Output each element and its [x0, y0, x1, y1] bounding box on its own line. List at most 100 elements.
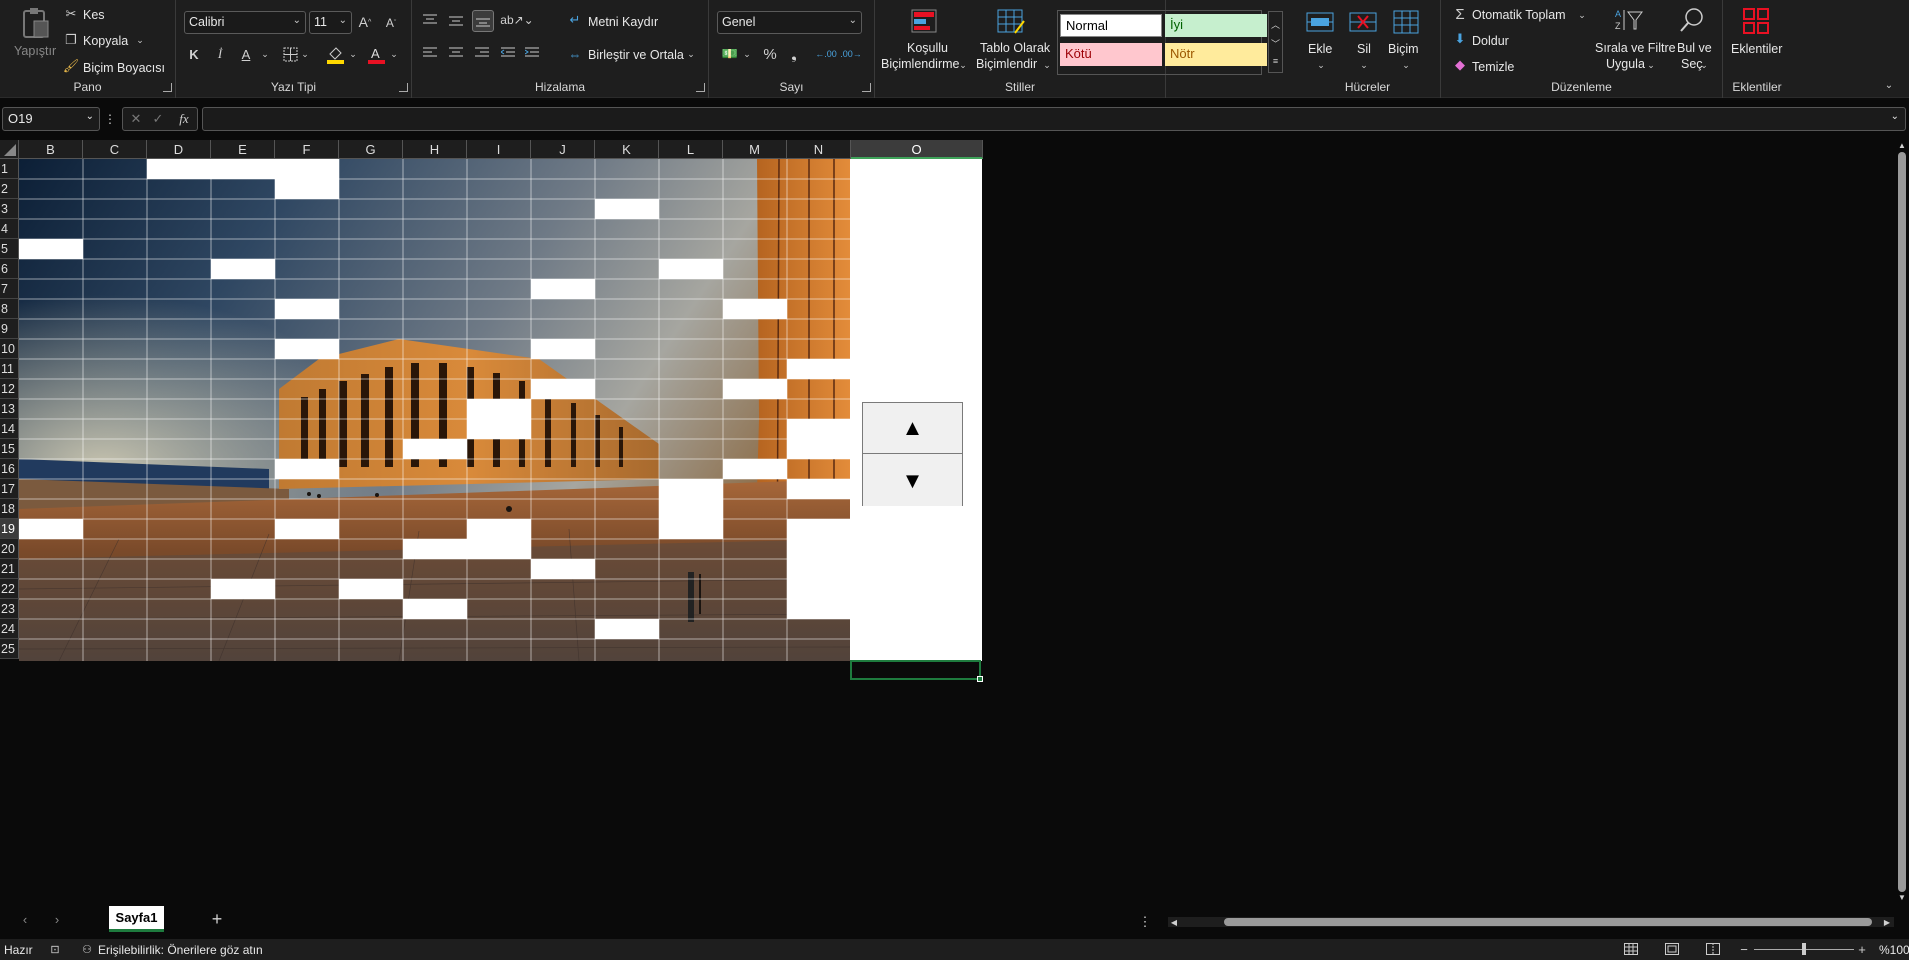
align-bottom-icon[interactable] [472, 10, 494, 32]
cancel-icon[interactable]: ✕ [128, 111, 144, 127]
more-icon[interactable]: ≡ [1273, 56, 1278, 66]
column-header-n[interactable]: N [787, 140, 851, 159]
column-header-h[interactable]: H [403, 140, 467, 159]
row-header-21[interactable]: 21 [0, 559, 19, 579]
horizontal-scrollbar[interactable]: ◀ ▶ [1168, 917, 1894, 927]
zoom-slider-thumb[interactable] [1802, 943, 1806, 955]
row-header-4[interactable]: 4 [0, 219, 19, 239]
row-header-7[interactable]: 7 [0, 279, 19, 299]
comma-style-icon[interactable]: ❟ [787, 45, 801, 63]
page-layout-icon[interactable] [1664, 942, 1680, 956]
active-cell-o19[interactable] [850, 660, 983, 682]
number-format-select[interactable]: Genel ⌄ [717, 11, 862, 34]
column-header-d[interactable]: D [147, 140, 211, 159]
zoom-slider[interactable] [1754, 943, 1854, 955]
conditional-formatting-line2[interactable]: Biçimlendirme [881, 57, 960, 71]
chevron-down-icon[interactable]: ⌄ [389, 47, 399, 61]
blank-cell[interactable] [595, 619, 659, 639]
blank-cell[interactable] [787, 359, 851, 379]
more-vertical-icon[interactable]: ⋮ [104, 109, 116, 129]
row-header-17[interactable]: 17 [0, 479, 19, 499]
fill-color-icon[interactable] [326, 44, 344, 64]
underline-button[interactable]: A [238, 45, 254, 63]
blank-cell[interactable] [531, 339, 595, 359]
addins-button[interactable]: Eklentiler [1731, 42, 1782, 56]
cut-button[interactable]: Kes [83, 8, 105, 22]
blank-cell[interactable] [467, 399, 531, 419]
blank-cell[interactable] [787, 579, 851, 599]
merge-center-button[interactable]: Birleştir ve Ortala [588, 48, 684, 62]
blank-cell[interactable] [659, 259, 723, 279]
chevron-down-icon[interactable]: ⌄ [1891, 111, 1899, 122]
style-bad[interactable]: Kötü [1060, 43, 1162, 66]
chevron-down-icon[interactable]: ⌄ [1577, 8, 1587, 22]
paste-icon[interactable] [18, 6, 52, 40]
orientation-icon[interactable]: ab↗⌄ [500, 12, 533, 28]
italic-button[interactable]: İ [212, 45, 228, 63]
row-header-9[interactable]: 9 [0, 319, 19, 339]
blank-cell[interactable] [787, 479, 851, 499]
blank-cell[interactable] [787, 599, 851, 619]
blank-cell[interactable] [531, 279, 595, 299]
style-normal[interactable]: Normal [1060, 14, 1162, 37]
blank-cell[interactable] [659, 499, 723, 519]
clear-button[interactable]: Temizle [1472, 60, 1514, 74]
page-break-icon[interactable] [1705, 942, 1721, 956]
autosum-button[interactable]: Otomatik Toplam [1472, 8, 1566, 22]
align-top-icon[interactable] [422, 12, 438, 28]
bold-button[interactable]: K [186, 45, 202, 63]
column-header-l[interactable]: L [659, 140, 723, 159]
chevron-down-icon[interactable]: ﹀ [1271, 37, 1280, 50]
blank-cell[interactable] [211, 159, 275, 179]
percent-button[interactable]: % [761, 45, 779, 63]
blank-cell[interactable] [147, 159, 211, 179]
vertical-scrollbar[interactable]: ▲ ▼ [1895, 140, 1909, 905]
chevron-down-icon[interactable]: ⌄ [1646, 58, 1656, 72]
name-box[interactable]: O19 ⌄ [2, 107, 100, 131]
column-header-k[interactable]: K [595, 140, 659, 159]
chevron-down-icon[interactable]: ⌄ [135, 33, 145, 47]
style-neutral[interactable]: Nötr [1165, 43, 1267, 66]
chevron-down-icon[interactable]: ⌄ [1699, 58, 1709, 72]
next-sheet-icon[interactable]: › [50, 911, 64, 927]
blank-cell[interactable] [403, 599, 467, 619]
column-header-e[interactable]: E [211, 140, 275, 159]
chevron-down-icon[interactable]: ⌄ [742, 47, 752, 61]
row-header-2[interactable]: 2 [0, 179, 19, 199]
blank-cell[interactable] [19, 519, 83, 539]
borders-icon[interactable] [281, 45, 299, 63]
row-header-19[interactable]: 19 [0, 519, 19, 539]
format-as-table-line2[interactable]: Biçimlendir [976, 57, 1037, 71]
font-name-select[interactable]: Calibri ⌄ [184, 11, 306, 34]
align-middle-icon[interactable] [448, 12, 464, 28]
align-left-icon[interactable] [422, 45, 438, 61]
horizontal-scroll-thumb[interactable] [1224, 918, 1872, 926]
font-color-icon[interactable]: A [367, 44, 385, 64]
blank-cell[interactable] [787, 419, 851, 439]
format-as-table-line1[interactable]: Tablo Olarak [980, 41, 1050, 55]
row-header-16[interactable]: 16 [0, 459, 19, 479]
styles-scroll[interactable]: ︿ ﹀ ≡ [1268, 11, 1283, 73]
macro-record-icon[interactable]: ⊡ [48, 942, 62, 956]
blank-cell[interactable] [723, 459, 787, 479]
sort-filter-line1[interactable]: Sırala ve Filtre [1595, 41, 1676, 55]
chevron-down-icon[interactable]: ⌄ [348, 47, 358, 61]
blank-cell[interactable] [531, 559, 595, 579]
increase-indent-icon[interactable] [524, 45, 540, 61]
blank-cell[interactable] [531, 379, 595, 399]
blank-cell[interactable] [787, 559, 851, 579]
fill-handle[interactable] [977, 676, 983, 682]
chevron-down-icon[interactable]: ⌄ [958, 58, 968, 72]
blank-cell[interactable] [19, 239, 83, 259]
decrease-indent-icon[interactable] [500, 45, 516, 61]
row-header-8[interactable]: 8 [0, 299, 19, 319]
normal-view-icon[interactable] [1623, 942, 1639, 956]
blank-cell[interactable] [467, 539, 531, 559]
row-header-18[interactable]: 18 [0, 499, 19, 519]
conditional-formatting-line1[interactable]: Koşullu [907, 41, 948, 55]
copy-button[interactable]: Kopyala [83, 34, 128, 48]
blank-cell[interactable] [787, 519, 851, 539]
blank-cell[interactable] [275, 299, 339, 319]
row-header-6[interactable]: 6 [0, 259, 19, 279]
decrease-decimal-icon[interactable]: .00→ [840, 45, 862, 63]
